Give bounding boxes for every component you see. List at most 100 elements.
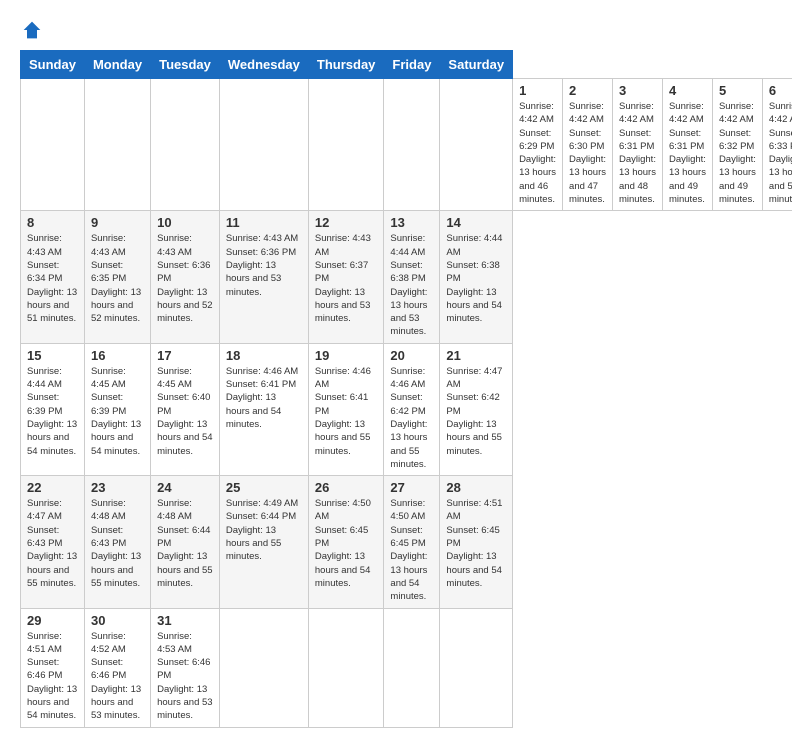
day-info: Sunrise: 4:48 AMSunset: 6:43 PMDaylight:… (91, 497, 144, 590)
day-info: Sunrise: 4:43 AMSunset: 6:36 PMDaylight:… (157, 232, 213, 325)
day-info: Sunrise: 4:46 AMSunset: 6:41 PMDaylight:… (226, 365, 302, 431)
day-info: Sunrise: 4:51 AMSunset: 6:45 PMDaylight:… (446, 497, 506, 590)
table-row: 16Sunrise: 4:45 AMSunset: 6:39 PMDayligh… (84, 343, 150, 475)
calendar-week-row: 15Sunrise: 4:44 AMSunset: 6:39 PMDayligh… (21, 343, 792, 475)
day-number: 8 (27, 215, 78, 230)
table-row: 22Sunrise: 4:47 AMSunset: 6:43 PMDayligh… (21, 476, 85, 608)
table-row: 5Sunrise: 4:42 AMSunset: 6:32 PMDaylight… (712, 79, 762, 211)
day-info: Sunrise: 4:46 AMSunset: 6:41 PMDaylight:… (315, 365, 378, 458)
day-info: Sunrise: 4:43 AMSunset: 6:36 PMDaylight:… (226, 232, 302, 298)
table-row: 4 Sunrise: 4:42 AMSunset: 6:31 PMDaylight… (662, 79, 712, 211)
table-row: 20 Sunrise: 4:46 AMSunset: 6:42 PMDayligh… (384, 343, 440, 475)
table-row: 12 Sunrise: 4:43 AMSunset: 6:37 PMDayligh… (308, 211, 384, 343)
col-sunday: Sunday (21, 51, 85, 79)
day-number: 30 (91, 613, 144, 628)
table-row: 29 Sunrise: 4:51 AMSunset: 6:46 PMDayligh… (21, 608, 85, 727)
day-number: 1 (519, 83, 556, 98)
table-row: 25 Sunrise: 4:49 AMSunset: 6:44 PMDayligh… (219, 476, 308, 608)
table-row: 19 Sunrise: 4:46 AMSunset: 6:41 PMDayligh… (308, 343, 384, 475)
table-row: 1 Sunrise: 4:42 AMSunset: 6:29 PMDaylight… (513, 79, 563, 211)
table-row (384, 79, 440, 211)
table-row (308, 608, 384, 727)
table-row: 26 Sunrise: 4:50 AMSunset: 6:45 PMDayligh… (308, 476, 384, 608)
table-row: 13 Sunrise: 4:44 AMSunset: 6:38 PMDayligh… (384, 211, 440, 343)
day-info: Sunrise: 4:45 AMSunset: 6:40 PMDaylight:… (157, 365, 213, 458)
day-number: 13 (390, 215, 433, 230)
day-number: 12 (315, 215, 378, 230)
table-row: 18 Sunrise: 4:46 AMSunset: 6:41 PMDayligh… (219, 343, 308, 475)
table-row: 31 Sunrise: 4:53 AMSunset: 6:46 PMDayligh… (151, 608, 220, 727)
table-row: 2 Sunrise: 4:42 AMSunset: 6:30 PMDaylight… (563, 79, 613, 211)
day-number: 20 (390, 348, 433, 363)
day-info: Sunrise: 4:50 AMSunset: 6:45 PMDaylight:… (315, 497, 378, 590)
table-row: 6 Sunrise: 4:42 AMSunset: 6:33 PMDaylight… (762, 79, 792, 211)
day-info: Sunrise: 4:47 AMSunset: 6:43 PMDaylight:… (27, 497, 78, 590)
day-info: Sunrise: 4:42 AMSunset: 6:32 PMDaylight:… (719, 100, 756, 206)
table-row: 27Sunrise: 4:50 AMSunset: 6:45 PMDayligh… (384, 476, 440, 608)
table-row (440, 79, 513, 211)
day-number: 19 (315, 348, 378, 363)
table-row (308, 79, 384, 211)
day-info: Sunrise: 4:43 AMSunset: 6:34 PMDaylight:… (27, 232, 78, 325)
col-saturday: Saturday (440, 51, 513, 79)
calendar-week-row: 29 Sunrise: 4:51 AMSunset: 6:46 PMDayligh… (21, 608, 792, 727)
day-number: 23 (91, 480, 144, 495)
day-number: 25 (226, 480, 302, 495)
day-info: Sunrise: 4:52 AMSunset: 6:46 PMDaylight:… (91, 630, 144, 723)
day-number: 24 (157, 480, 213, 495)
day-info: Sunrise: 4:50 AMSunset: 6:45 PMDaylight:… (390, 497, 433, 603)
day-number: 29 (27, 613, 78, 628)
day-info: Sunrise: 4:48 AMSunset: 6:44 PMDaylight:… (157, 497, 213, 590)
table-row: 21Sunrise: 4:47 AMSunset: 6:42 PMDayligh… (440, 343, 513, 475)
table-row (440, 608, 513, 727)
day-info: Sunrise: 4:42 AMSunset: 6:29 PMDaylight:… (519, 100, 556, 206)
table-row (384, 608, 440, 727)
day-number: 2 (569, 83, 606, 98)
col-wednesday: Wednesday (219, 51, 308, 79)
col-thursday: Thursday (308, 51, 384, 79)
day-number: 6 (769, 83, 792, 98)
day-info: Sunrise: 4:49 AMSunset: 6:44 PMDaylight:… (226, 497, 302, 563)
calendar-week-row: 1 Sunrise: 4:42 AMSunset: 6:29 PMDaylight… (21, 79, 792, 211)
day-info: Sunrise: 4:42 AMSunset: 6:30 PMDaylight:… (569, 100, 606, 206)
header (20, 20, 772, 40)
table-row (21, 79, 85, 211)
table-row: 3Sunrise: 4:42 AMSunset: 6:31 PMDaylight… (613, 79, 663, 211)
table-row: 11Sunrise: 4:43 AMSunset: 6:36 PMDayligh… (219, 211, 308, 343)
day-number: 18 (226, 348, 302, 363)
day-info: Sunrise: 4:45 AMSunset: 6:39 PMDaylight:… (91, 365, 144, 458)
table-row (219, 608, 308, 727)
day-number: 4 (669, 83, 706, 98)
day-info: Sunrise: 4:53 AMSunset: 6:46 PMDaylight:… (157, 630, 213, 723)
day-number: 17 (157, 348, 213, 363)
day-info: Sunrise: 4:42 AMSunset: 6:31 PMDaylight:… (669, 100, 706, 206)
table-row (219, 79, 308, 211)
day-number: 31 (157, 613, 213, 628)
table-row: 30 Sunrise: 4:52 AMSunset: 6:46 PMDayligh… (84, 608, 150, 727)
day-info: Sunrise: 4:42 AMSunset: 6:33 PMDaylight:… (769, 100, 792, 206)
day-info: Sunrise: 4:51 AMSunset: 6:46 PMDaylight:… (27, 630, 78, 723)
calendar-week-row: 22Sunrise: 4:47 AMSunset: 6:43 PMDayligh… (21, 476, 792, 608)
day-info: Sunrise: 4:46 AMSunset: 6:42 PMDaylight:… (390, 365, 433, 471)
day-number: 26 (315, 480, 378, 495)
table-row: 24 Sunrise: 4:48 AMSunset: 6:44 PMDayligh… (151, 476, 220, 608)
day-info: Sunrise: 4:43 AMSunset: 6:37 PMDaylight:… (315, 232, 378, 325)
day-number: 10 (157, 215, 213, 230)
table-row: 28Sunrise: 4:51 AMSunset: 6:45 PMDayligh… (440, 476, 513, 608)
col-friday: Friday (384, 51, 440, 79)
day-info: Sunrise: 4:44 AMSunset: 6:38 PMDaylight:… (390, 232, 433, 338)
table-row (84, 79, 150, 211)
table-row: 17 Sunrise: 4:45 AMSunset: 6:40 PMDayligh… (151, 343, 220, 475)
table-row: 8 Sunrise: 4:43 AMSunset: 6:34 PMDaylight… (21, 211, 85, 343)
logo-icon (22, 20, 42, 40)
day-number: 3 (619, 83, 656, 98)
col-tuesday: Tuesday (151, 51, 220, 79)
day-info: Sunrise: 4:43 AMSunset: 6:35 PMDaylight:… (91, 232, 144, 325)
table-row: 23 Sunrise: 4:48 AMSunset: 6:43 PMDayligh… (84, 476, 150, 608)
table-row: 10 Sunrise: 4:43 AMSunset: 6:36 PMDayligh… (151, 211, 220, 343)
table-row (151, 79, 220, 211)
day-info: Sunrise: 4:44 AMSunset: 6:39 PMDaylight:… (27, 365, 78, 458)
day-number: 9 (91, 215, 144, 230)
col-monday: Monday (84, 51, 150, 79)
day-info: Sunrise: 4:47 AMSunset: 6:42 PMDaylight:… (446, 365, 506, 458)
